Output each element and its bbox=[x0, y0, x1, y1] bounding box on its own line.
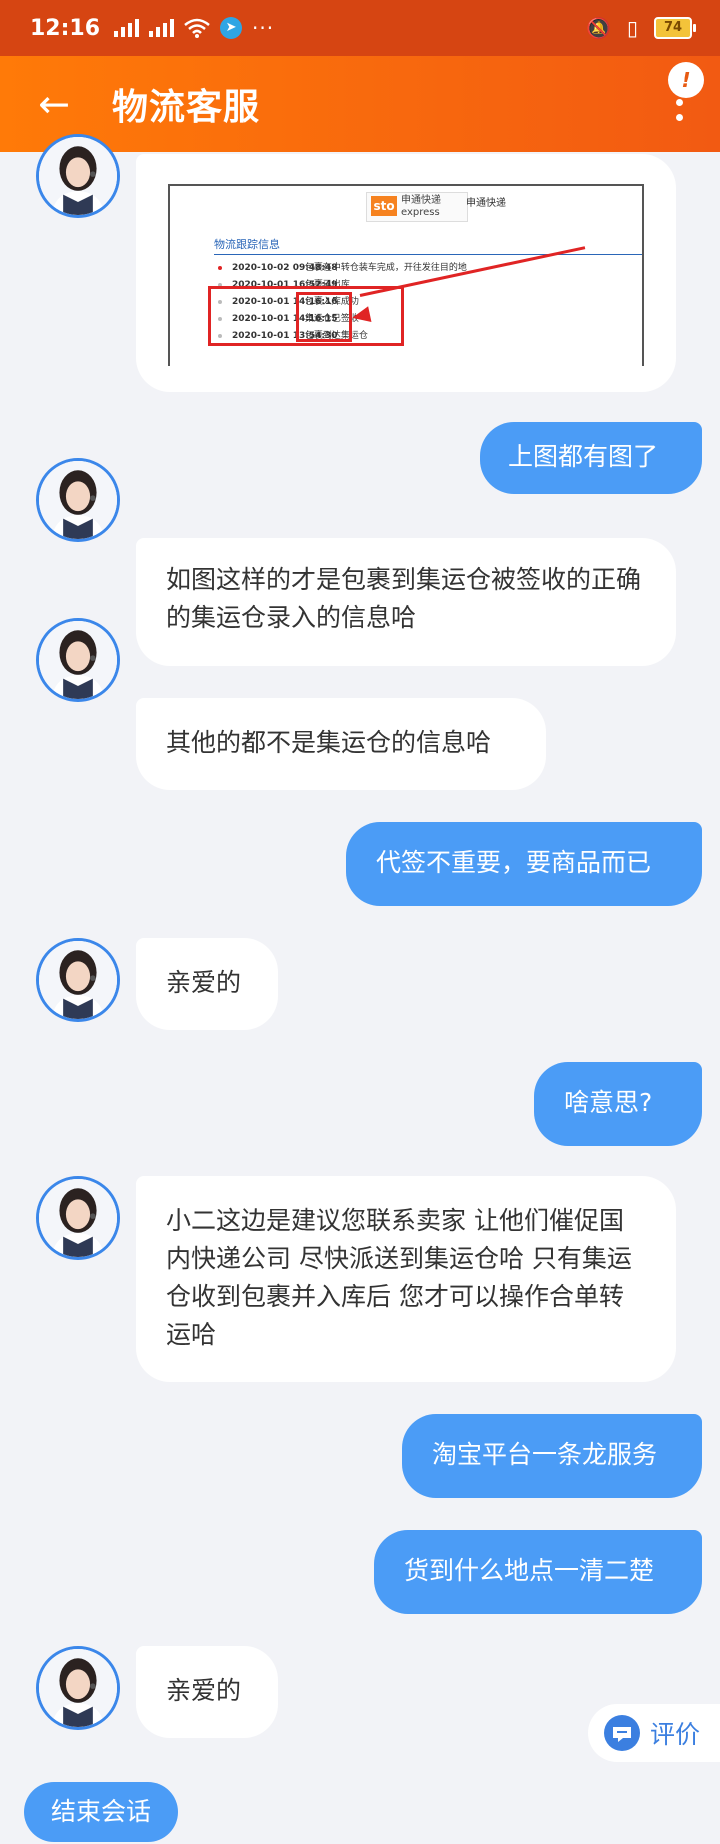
message-agent[interactable]: 如图这样的才是包裹到集运仓被签收的正确的集运仓录入的信息哈 bbox=[136, 538, 676, 666]
message-agent[interactable]: 小二这边是建议您联系卖家 让他们催促国内快递公司 尽快派送到集运仓哈 只有集运仓… bbox=[136, 1176, 676, 1382]
mute-icon: 🔕 bbox=[586, 16, 611, 40]
shot-row: 2020-10-02 09:48:48 包裹在中转仓装车完成，开往发往目的地 bbox=[232, 263, 467, 273]
message-user[interactable]: 代签不重要，要商品而已 bbox=[346, 822, 702, 906]
image-message[interactable]: sto 申通快递 express 申通快递 物流跟踪信息 2020-10-02 0… bbox=[136, 154, 676, 392]
highlight-box bbox=[296, 292, 352, 342]
telegram-icon: ➤ bbox=[220, 17, 243, 39]
page-title: 物流客服 bbox=[112, 87, 261, 128]
chat-area[interactable]: sto 申通快递 express 申通快递 物流跟踪信息 2020-10-02 0… bbox=[0, 134, 720, 1844]
message-user[interactable]: 上图都有图了 bbox=[480, 422, 702, 494]
agent-avatar bbox=[36, 618, 120, 702]
agent-avatar bbox=[36, 458, 120, 542]
signal-icon bbox=[114, 19, 140, 37]
signal-icon bbox=[149, 19, 175, 37]
message-user[interactable]: 货到什么地点一清二楚 bbox=[374, 1530, 702, 1614]
agent-avatar bbox=[36, 134, 120, 218]
agent-avatar bbox=[36, 1646, 120, 1730]
evaluate-icon bbox=[604, 1715, 640, 1751]
message-agent[interactable]: 亲爱的 bbox=[136, 1646, 278, 1738]
message-agent[interactable]: 亲爱的 bbox=[136, 938, 278, 1030]
status-time: 12:16 bbox=[30, 15, 101, 41]
message-user[interactable]: 淘宝平台一条龙服务 bbox=[402, 1414, 702, 1498]
evaluate-button[interactable]: 评价 bbox=[588, 1704, 720, 1762]
agent-avatar bbox=[36, 938, 120, 1022]
vibrate-icon: ▯ bbox=[626, 16, 638, 40]
battery-icon: 74 bbox=[654, 17, 696, 39]
logistics-screenshot[interactable]: sto 申通快递 express 申通快递 物流跟踪信息 2020-10-02 0… bbox=[168, 184, 644, 366]
message-agent[interactable]: 其他的都不是集运仓的信息哈 bbox=[136, 698, 546, 790]
sto-logo: sto 申通快递 express bbox=[366, 192, 468, 222]
shot-section-title: 物流跟踪信息 bbox=[214, 238, 280, 251]
evaluate-label: 评价 bbox=[650, 1720, 701, 1749]
back-arrow-icon[interactable]: ← bbox=[34, 84, 74, 124]
end-session-button[interactable]: 结束会话 bbox=[24, 1782, 178, 1842]
status-bar: 12:16 ➤ ··· 🔕 ▯ 74 bbox=[0, 0, 720, 56]
shot-brand: 申通快递 bbox=[466, 198, 506, 209]
app-header: ← 物流客服 ! bbox=[0, 56, 720, 152]
message-user[interactable]: 啥意思? bbox=[534, 1062, 702, 1146]
wifi-icon bbox=[184, 18, 210, 38]
agent-avatar bbox=[36, 1176, 120, 1260]
notification-badge: ! bbox=[668, 62, 704, 98]
more-notifications-icon: ··· bbox=[252, 16, 275, 40]
